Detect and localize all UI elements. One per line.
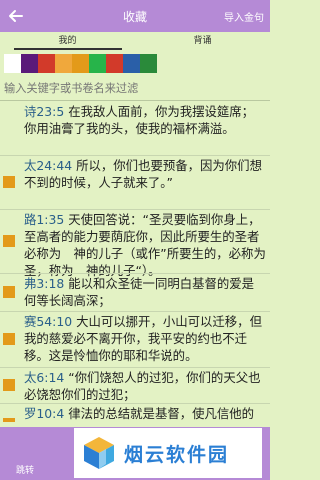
verse-item[interactable]: 赛54:10 大山可以挪开，小山可以迁移，但我的慈爱必不离开你，我平安的约也不迁移… bbox=[0, 312, 270, 368]
verse-reference: 赛54:10 bbox=[24, 314, 73, 329]
verse-list[interactable]: 诗23:5 在我敌人面前，你为我摆设筵席；你用油膏了我的头，使我的福杯满溢。 太24… bbox=[0, 102, 270, 422]
color-marker bbox=[3, 379, 15, 391]
color-swatch-8[interactable] bbox=[123, 54, 140, 73]
color-marker bbox=[3, 286, 15, 298]
search-underline bbox=[0, 100, 270, 101]
verse-item[interactable]: 路1:35 天使回答说：“圣灵要临到你身上，至高者的能力要荫庇你，因此所要生的圣者… bbox=[0, 210, 270, 278]
color-marker bbox=[3, 235, 15, 247]
color-filter-swatches bbox=[0, 52, 270, 76]
verse-text: 赛54:10 大山可以挪开，小山可以迁移，但我的慈爱必不离开你，我平安的约也不迁移… bbox=[24, 313, 266, 364]
top-bar: 收藏 导入金句 bbox=[0, 0, 270, 32]
verse-text: 罗10:4律法的总结就是基督，使凡信他的都得着义。 bbox=[24, 405, 266, 422]
watermark-logo-icon bbox=[84, 437, 114, 469]
verse-reference: 罗10:4 bbox=[24, 406, 65, 421]
search-input[interactable] bbox=[4, 78, 266, 98]
verse-item[interactable]: 太6:14 “你们饶恕人的过犯，你们的天父也必饶恕你们的过犯； bbox=[0, 368, 270, 404]
verse-reference: 诗23:5 bbox=[24, 104, 65, 119]
verse-reference: 弗3:18 bbox=[24, 276, 65, 291]
color-swatch-3[interactable] bbox=[38, 54, 55, 73]
color-marker bbox=[3, 418, 15, 422]
verse-text: 太6:14 “你们饶恕人的过犯，你们的天父也必饶恕你们的过犯； bbox=[24, 369, 266, 403]
watermark: 烟云软件园 bbox=[74, 428, 262, 478]
watermark-brand: 烟云软件园 bbox=[124, 444, 230, 466]
verse-text: 太24:44 所以，你们也要预备，因为你们想不到的时候，人子就来了。” bbox=[24, 157, 266, 191]
color-swatch-1[interactable] bbox=[4, 54, 21, 73]
verse-item[interactable]: 罗10:4律法的总结就是基督，使凡信他的都得着义。 bbox=[0, 404, 270, 422]
color-swatch-6[interactable] bbox=[89, 54, 106, 73]
color-marker bbox=[3, 176, 15, 188]
verse-item[interactable]: 诗23:5 在我敌人面前，你为我摆设筵席；你用油膏了我的头，使我的福杯满溢。 bbox=[0, 102, 270, 156]
verse-reference: 太6:14 bbox=[24, 370, 65, 385]
tab-recite[interactable]: 背诵 bbox=[135, 32, 270, 50]
verse-item[interactable]: 弗3:18 能以和众圣徒一同明白基督的爱是何等长阔高深； bbox=[0, 274, 270, 312]
active-tab-indicator bbox=[14, 48, 122, 50]
verse-text: 弗3:18 能以和众圣徒一同明白基督的爱是何等长阔高深； bbox=[24, 275, 266, 309]
verse-reference: 太24:44 bbox=[24, 158, 73, 173]
verse-text: 诗23:5 在我敌人面前，你为我摆设筵席；你用油膏了我的头，使我的福杯满溢。 bbox=[24, 103, 266, 137]
verse-item[interactable]: 太24:44 所以，你们也要预备，因为你们想不到的时候，人子就来了。” bbox=[0, 156, 270, 210]
color-swatch-4[interactable] bbox=[55, 54, 72, 73]
color-swatch-5[interactable] bbox=[72, 54, 89, 73]
color-swatch-2[interactable] bbox=[21, 54, 38, 73]
import-verses-button[interactable]: 导入金句 bbox=[224, 9, 264, 24]
color-swatch-7[interactable] bbox=[106, 54, 123, 73]
jump-button[interactable]: 跳转 bbox=[16, 463, 34, 476]
verse-reference: 路1:35 bbox=[24, 212, 65, 227]
color-swatch-9[interactable] bbox=[140, 54, 157, 73]
color-marker bbox=[3, 333, 15, 345]
verse-text: 路1:35 天使回答说：“圣灵要临到你身上，至高者的能力要荫庇你，因此所要生的圣者… bbox=[24, 211, 266, 279]
